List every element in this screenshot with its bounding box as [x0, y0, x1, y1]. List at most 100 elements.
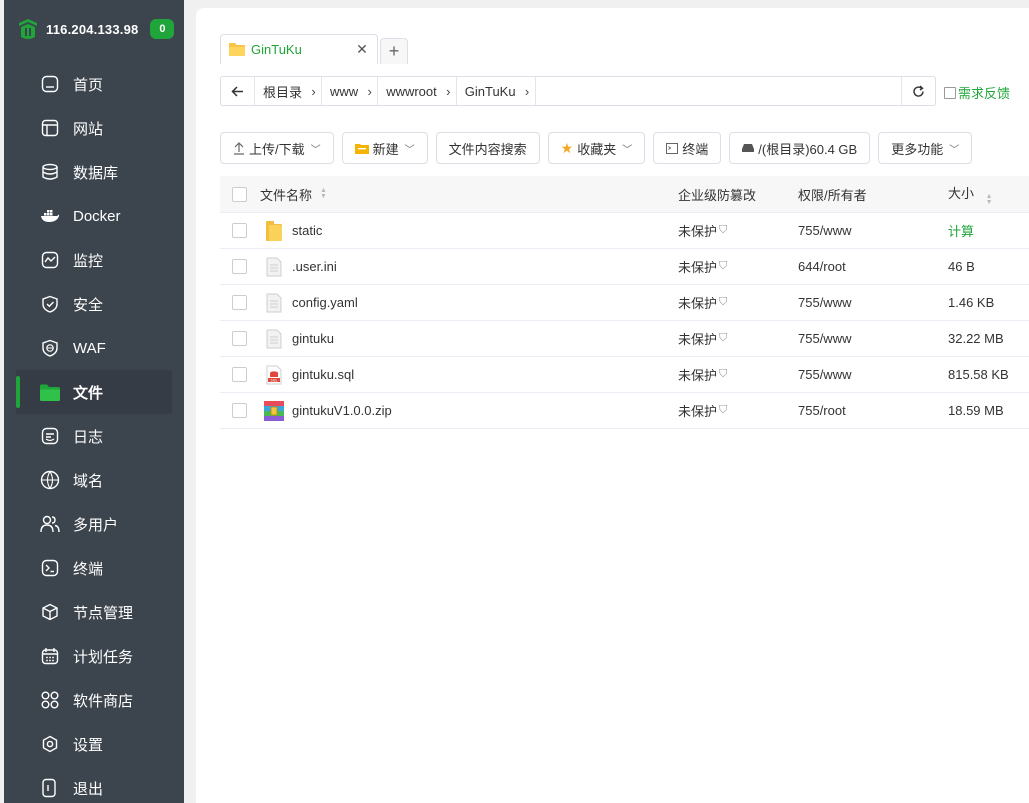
row-checkbox[interactable] — [231, 403, 247, 418]
row-checkbox[interactable] — [231, 295, 247, 310]
file-name[interactable]: gintuku — [292, 331, 334, 346]
sort-icon[interactable]: ▲ ▼ — [320, 187, 327, 200]
file-name-cell[interactable]: gintukuV1.0.0.zip — [258, 400, 678, 422]
file-name-cell[interactable]: config.yaml — [258, 292, 678, 314]
more-button[interactable]: 更多功能 ﹀ — [878, 132, 973, 164]
sidebar-item-database[interactable]: 数据库 — [4, 150, 184, 194]
refresh-icon[interactable] — [901, 77, 935, 105]
table-row[interactable]: gintukuV1.0.0.zip 未保护 ⛉ 755/root 18.59 M… — [220, 393, 1029, 429]
file-name[interactable]: config.yaml — [292, 295, 358, 310]
protect-status[interactable]: 未保护 — [678, 365, 717, 384]
header-name-label[interactable]: 文件名称 — [260, 185, 312, 204]
favorites-button[interactable]: ★ 收藏夹 ﹀ — [547, 132, 646, 164]
chevron-right-icon[interactable]: › — [308, 77, 323, 105]
file-name[interactable]: .user.ini — [292, 259, 337, 274]
breadcrumb-label[interactable]: wwwroot — [378, 84, 443, 99]
permission-cell[interactable]: 755/www — [798, 295, 948, 310]
lock-icon[interactable]: ⛉ — [719, 224, 727, 237]
breadcrumb-wwwroot[interactable]: wwwroot › — [378, 77, 457, 105]
table-row[interactable]: .user.ini 未保护 ⛉ 644/root 46 B — [220, 249, 1029, 285]
file-name-cell[interactable]: gintuku — [258, 328, 678, 350]
lock-icon[interactable]: ⛉ — [719, 332, 727, 345]
sidebar-item-calendar[interactable]: 计划任务 — [4, 634, 184, 678]
sidebar-item-www[interactable]: 域名 — [4, 458, 184, 502]
terminal-button[interactable]: 终端 — [653, 132, 722, 164]
sidebar-item-users[interactable]: 多用户 — [4, 502, 184, 546]
row-select-cell — [220, 367, 258, 382]
breadcrumb-label[interactable]: GinTuKu — [457, 84, 522, 99]
sidebar-item-monitor[interactable]: 监控 — [4, 238, 184, 282]
close-icon[interactable]: ✕ — [355, 41, 369, 58]
chevron-right-icon[interactable]: › — [364, 77, 379, 105]
tab-gintuku[interactable]: GinTuKu ✕ — [220, 34, 378, 64]
search-content-button[interactable]: 文件内容搜索 — [435, 132, 540, 164]
file-name[interactable]: static — [292, 223, 322, 238]
sidebar-item-settings[interactable]: 设置 — [4, 722, 184, 766]
lock-icon[interactable]: ⛉ — [719, 404, 727, 417]
table-row[interactable]: config.yaml 未保护 ⛉ 755/www 1.46 KB — [220, 285, 1029, 321]
alert-badge[interactable]: 0 — [150, 19, 175, 39]
protect-status[interactable]: 未保护 — [678, 293, 717, 312]
feedback-label[interactable]: 需求反馈 — [958, 83, 1010, 102]
file-name-cell[interactable]: SQL gintuku.sql — [258, 364, 678, 386]
header-name[interactable]: 文件名称 ▲ ▼ — [258, 185, 678, 204]
row-checkbox[interactable] — [231, 259, 247, 274]
select-all-checkbox[interactable] — [231, 186, 247, 202]
sidebar-item-node[interactable]: 节点管理 — [4, 590, 184, 634]
chevron-right-icon[interactable]: › — [522, 77, 536, 105]
chevron-right-icon[interactable]: › — [443, 77, 457, 105]
file-name[interactable]: gintuku.sql — [292, 367, 354, 382]
row-checkbox[interactable] — [231, 331, 247, 346]
sidebar-item-label: 设置 — [73, 736, 104, 754]
sidebar-item-terminal[interactable]: 终端 — [4, 546, 184, 590]
file-name-cell[interactable]: static — [258, 220, 678, 242]
sidebar-item-log[interactable]: 日志 — [4, 414, 184, 458]
feedback-link[interactable]: 需求反馈 — [944, 83, 1010, 102]
permission-cell[interactable]: 644/root — [798, 259, 948, 274]
sort-icon[interactable]: ▲ ▼ — [986, 193, 993, 206]
sidebar-item-logout[interactable]: 退出 — [4, 766, 184, 803]
protect-status[interactable]: 未保护 — [678, 329, 717, 348]
breadcrumb-root[interactable]: 根目录 › — [255, 77, 323, 105]
sidebar-item-folder[interactable]: 文件 — [16, 370, 172, 414]
protect-status[interactable]: 未保护 — [678, 401, 717, 420]
file-name[interactable]: gintukuV1.0.0.zip — [292, 403, 392, 418]
table-row[interactable]: static 未保护 ⛉ 755/www 计算 — [220, 213, 1029, 249]
size-cell[interactable]: 计算 — [948, 221, 1028, 240]
lock-icon[interactable]: ⛉ — [719, 296, 727, 309]
sidebar-item-shield[interactable]: 安全 — [4, 282, 184, 326]
permission-cell[interactable]: 755/root — [798, 403, 948, 418]
table-row[interactable]: gintuku 未保护 ⛉ 755/www 32.22 MB — [220, 321, 1029, 357]
sidebar-item-apps[interactable]: 软件商店 — [4, 678, 184, 722]
sidebar-item-waf[interactable]: WAF — [4, 326, 184, 370]
chevron-down-icon: ﹀ — [404, 144, 415, 156]
breadcrumb-label[interactable]: www — [322, 84, 364, 99]
header-size-label[interactable]: 大小 — [948, 186, 974, 201]
protect-status[interactable]: 未保护 — [678, 221, 717, 240]
sidebar-item-docker[interactable]: Docker — [4, 194, 184, 238]
add-tab-button[interactable]: + — [380, 38, 408, 64]
back-arrow-icon[interactable] — [221, 77, 255, 105]
row-checkbox[interactable] — [231, 367, 247, 382]
permission-cell[interactable]: 755/www — [798, 331, 948, 346]
breadcrumb-label[interactable]: 根目录 — [255, 82, 308, 101]
header-size[interactable]: 大小 ▲ ▼ — [948, 183, 1028, 206]
protect-status[interactable]: 未保护 — [678, 257, 717, 276]
breadcrumb-gintuku[interactable]: GinTuKu › — [457, 77, 536, 105]
table-row[interactable]: SQL gintuku.sql 未保护 ⛉ 755/www 815.58 KB — [220, 357, 1029, 393]
sidebar-item-home[interactable]: 首页 — [4, 62, 184, 106]
permission-cell[interactable]: 755/www — [798, 223, 948, 238]
file-name-cell[interactable]: .user.ini — [258, 256, 678, 278]
new-label: 新建 — [372, 141, 399, 157]
upload-download-button[interactable]: 上传/下载 ﹀ — [220, 132, 334, 164]
disk-button[interactable]: /(根目录)60.4 GB — [729, 132, 871, 164]
permission-cell[interactable]: 755/www — [798, 367, 948, 382]
lock-icon[interactable]: ⛉ — [719, 368, 727, 381]
server-ip[interactable]: 116.204.133.98 — [46, 22, 138, 37]
row-checkbox[interactable] — [231, 223, 247, 238]
new-button[interactable]: 新建 ﹀ — [341, 132, 428, 164]
sidebar-item-label: 首页 — [73, 76, 104, 94]
sidebar-item-website[interactable]: 网站 — [4, 106, 184, 150]
breadcrumb-www[interactable]: www › — [322, 77, 379, 105]
lock-icon[interactable]: ⛉ — [719, 260, 727, 273]
